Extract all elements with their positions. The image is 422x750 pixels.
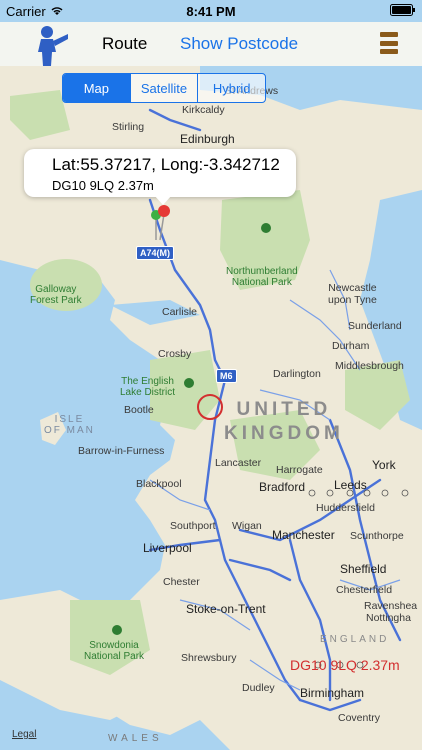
map-label: Snowdonia National Park <box>84 640 145 662</box>
postcode-overlay-label: DG10 9LQ 2.37m <box>290 657 400 673</box>
map-label: Nottingha <box>366 612 411 624</box>
map-label: Middlesbrough <box>335 360 404 372</box>
map-label: Lancaster <box>215 457 262 469</box>
map-label: ENGLAND <box>320 634 390 645</box>
map-label: York <box>372 458 396 472</box>
map-label: Kirkcaldy <box>182 104 225 116</box>
map-label: Liverpool <box>143 541 192 555</box>
map-label: Sunderland <box>348 320 402 332</box>
map-label: Ravenshea <box>364 600 418 612</box>
map-label: Darlington <box>273 368 321 380</box>
person-icon[interactable] <box>32 24 72 73</box>
route-button[interactable]: Route <box>102 34 147 54</box>
map-type-satellite[interactable]: Satellite <box>131 74 199 102</box>
map-label: Stirling <box>112 121 145 133</box>
map-label: UNITED KINGDOM <box>224 399 344 444</box>
map-label: Sheffield <box>340 562 387 576</box>
map-label: The English Lake District <box>120 376 176 398</box>
status-bar: Carrier 8:41 PM <box>0 0 422 22</box>
legal-link[interactable]: Legal <box>12 729 36 740</box>
map-label: Barrow-in-Furness <box>78 445 165 457</box>
show-postcode-button[interactable]: Show Postcode <box>180 34 298 54</box>
map-label: Galloway Forest Park <box>30 284 82 306</box>
map-label: Blackpool <box>136 478 182 490</box>
map-label: Manchester <box>272 528 335 542</box>
pin-callout[interactable]: Lat:55.37217, Long:-3.342712 DG10 9LQ 2.… <box>24 149 296 205</box>
menu-icon[interactable] <box>380 32 398 54</box>
road-shield-a74m: A74(M) <box>136 246 175 260</box>
map-label: Carlisle <box>162 306 198 318</box>
map-label: Stoke-on-Trent <box>186 602 266 616</box>
map-label: ISLE OF MAN <box>44 414 95 436</box>
callout-postcode: DG10 9LQ 2.37m <box>52 178 154 193</box>
map-label: Huddersfield <box>316 502 375 514</box>
map-label: Leeds <box>334 478 367 492</box>
map-label: Durham <box>332 340 370 352</box>
map-label: Crosby <box>158 348 192 360</box>
map-label: WALES <box>108 733 163 744</box>
map-label: Chesterfield <box>336 584 393 596</box>
map-label: Wigan <box>232 520 262 532</box>
map-label: Southport <box>170 520 216 532</box>
map-label: Bradford <box>259 480 306 494</box>
map-label: Dudley <box>242 682 275 694</box>
callout-coordinates: Lat:55.37217, Long:-3.342712 <box>52 155 280 174</box>
callout-tail <box>154 195 172 205</box>
map-label: Harrogate <box>276 464 323 476</box>
map-type-segmented-control[interactable]: Map Satellite Hybrid <box>62 73 266 103</box>
map-label: Newcastle upon Tyne <box>328 282 377 306</box>
map-label: Shrewsbury <box>181 652 237 664</box>
status-time: 8:41 PM <box>186 3 236 19</box>
road-shield-m6: M6 <box>216 369 237 383</box>
map-label: Scunthorpe <box>350 530 404 542</box>
map-label: Bootle <box>124 404 154 416</box>
map-label: Edinburgh <box>180 132 235 146</box>
map-label: Northumberland National Park <box>226 266 298 288</box>
map-type-map[interactable]: Map <box>63 74 131 102</box>
map-label: Coventry <box>338 712 381 724</box>
map-type-hybrid[interactable]: Hybrid <box>198 74 265 102</box>
map-label: Chester <box>163 576 200 588</box>
map-label: Birmingham <box>300 686 365 700</box>
